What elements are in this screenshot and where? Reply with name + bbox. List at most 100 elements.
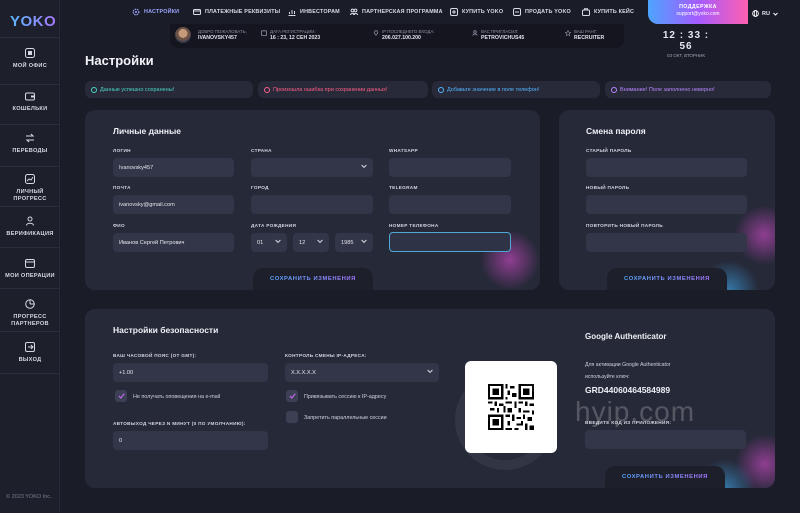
google-code-input[interactable] [585, 430, 746, 449]
sidebar-divider [0, 166, 60, 167]
sidebar-item-transfers[interactable]: ПЕРЕВОДЫ [0, 133, 60, 155]
phone-input[interactable] [389, 232, 511, 252]
nav-settings[interactable]: НАСТРОЙКИ [132, 8, 179, 16]
user-icon [26, 216, 34, 226]
login-input[interactable]: Ivanovsky457 [113, 158, 234, 177]
bind-ip-checkbox[interactable] [286, 390, 298, 402]
welcome-info: ДОБРО ПОЖАЛОВАТЬ, IVANOVSKY457 [198, 29, 247, 41]
sidebar-divider [0, 206, 60, 207]
nav-buy-case[interactable]: КУПИТЬ КЕЙС [582, 8, 634, 16]
timezone-input[interactable]: +1.00 [113, 363, 268, 382]
save-password-button[interactable]: СОХРАНИТЬ ИЗМЕНЕНИЯ [607, 268, 727, 290]
parallel-sessions-label: Запретить параллельные сессии [304, 415, 387, 421]
chevron-down-icon [773, 12, 778, 16]
sidebar-divider [0, 288, 60, 289]
sidebar-item-my-operations[interactable]: МОИ ОПЕРАЦИИ [0, 258, 60, 280]
avatar[interactable] [175, 27, 191, 43]
sidebar-divider [0, 124, 60, 125]
inviter-info: ВАС ПРИГЛАСИЛ: PETROVICHUS45 [472, 29, 524, 41]
sidebar-item-my-office[interactable]: МОЙ ОФИС [0, 48, 60, 70]
registration-info: ДАТА РЕГИСТРАЦИИ: 16 : 23, 12 СЕН 2023 [261, 29, 320, 41]
sidebar-divider [0, 37, 60, 38]
timezone-label: ВАШ ЧАСОВОЙ ПОЯС (ОТ GMT): [113, 353, 197, 358]
bind-ip-label: Привязывать сессию к IP-адресу [304, 394, 387, 400]
birth-month-select[interactable]: 12 [293, 233, 329, 252]
transfer-icon [25, 133, 35, 143]
nav-buy-yoko[interactable]: КУПИТЬ YOKO [450, 8, 503, 16]
telegram-label: TELEGRAM [389, 185, 418, 190]
calendar-icon [25, 259, 35, 268]
ip-control-select[interactable]: X.X.X.X.X [285, 363, 439, 382]
warning-circle-icon [611, 86, 617, 93]
personal-data-card: Личные данные ЛОГИН Ivanovsky457 ПОЧТА i… [85, 110, 540, 290]
alert-error: Произошла ошибка при сохранении данных! [258, 81, 428, 98]
chart-icon [25, 174, 35, 184]
alert-success: Данные успешно сохранены! [85, 81, 253, 98]
login-label: ЛОГИН [113, 148, 131, 153]
calendar-icon [261, 30, 267, 36]
new-password-input[interactable] [586, 195, 747, 214]
autologout-input[interactable]: 0 [113, 431, 268, 450]
google-auth-hint2: используйте ключ: [585, 374, 630, 380]
city-input[interactable] [251, 195, 373, 214]
sidebar-item-logout[interactable]: ВЫХОД [0, 342, 60, 364]
sidebar-item-label: КОШЕЛЬКИ [12, 106, 48, 112]
sidebar-divider [0, 247, 60, 248]
check-icon [288, 393, 296, 399]
sidebar-item-verification[interactable]: ВЕРИФИКАЦИЯ [0, 216, 60, 238]
logo[interactable]: YOKO [10, 13, 56, 30]
email-input[interactable]: ivanovsky@gmail.com [113, 195, 234, 214]
google-auth-hint1: Для активации Google Authenticator [585, 362, 671, 368]
sidebar-item-label: ПЕРЕВОДЫ [12, 148, 48, 154]
old-password-label: СТАРЫЙ ПАРОЛЬ [586, 148, 632, 153]
whatsapp-input[interactable] [389, 158, 511, 177]
save-security-button[interactable]: СОХРАНИТЬ ИЗМЕНЕНИЯ [605, 466, 725, 488]
no-email-label: Не получать оповещения на e-mail [133, 394, 221, 400]
plus-icon [450, 8, 458, 16]
globe-icon [752, 10, 759, 17]
pie-icon [25, 299, 35, 309]
old-password-input[interactable] [586, 158, 747, 177]
birth-year-select[interactable]: 1985 [335, 233, 373, 252]
sidebar-item-personal-progress[interactable]: ЛИЧНЫЙ ПРОГРЕСС [0, 174, 60, 203]
save-personal-button[interactable]: СОХРАНИТЬ ИЗМЕНЕНИЯ [253, 268, 373, 290]
nav-sell-yoko[interactable]: ПРОДАТЬ YOKO [513, 8, 571, 16]
ip-control-label: КОНТРОЛЬ СМЕНЫ IP-АДРЕСА: [285, 353, 367, 358]
autologout-label: АВТОВЫХОД ЧЕРЕЗ N МИНУТ (0 ПО УМОЛЧАНИЮ)… [113, 421, 246, 426]
repeat-password-label: ПОВТОРИТЬ НОВЫЙ ПАРОЛЬ [586, 223, 663, 228]
chart-icon [288, 10, 296, 16]
parallel-sessions-checkbox[interactable] [286, 411, 298, 423]
nav-partner-program[interactable]: ПАРТНЕРСКАЯ ПРОГРАММА [350, 8, 443, 16]
whatsapp-label: WHATSAPP [389, 148, 418, 153]
nav-investors[interactable]: ИНВЕСТОРАМ [288, 8, 340, 16]
sidebar-item-wallets[interactable]: КОШЕЛЬКИ [0, 91, 60, 113]
password-card: Смена пароля СТАРЫЙ ПАРОЛЬ НОВЫЙ ПАРОЛЬ … [559, 110, 775, 290]
google-auth-key: GRD44060464584989 [585, 385, 671, 395]
error-circle-icon [264, 86, 270, 93]
personal-data-title: Личные данные [113, 126, 181, 136]
chevron-down-icon [317, 239, 323, 244]
chevron-down-icon [427, 369, 433, 374]
chevron-down-icon [361, 164, 367, 169]
repeat-password-input[interactable] [586, 233, 747, 252]
google-auth-title: Google Authenticator [585, 332, 667, 341]
sidebar-divider [0, 373, 60, 374]
clock: 12 : 33 : 56 03 ОКТ, ВТОРНИК [660, 30, 712, 58]
sidebar-item-label: МОИ ОПЕРАЦИИ [5, 273, 55, 279]
birth-date-label: ДАТА РОЖДЕНИЯ [251, 223, 297, 228]
language-select[interactable]: RU [752, 10, 778, 17]
telegram-input[interactable] [389, 195, 511, 214]
no-email-checkbox[interactable] [115, 390, 127, 402]
country-select[interactable] [251, 158, 373, 177]
last-ip-info: IP ПОСЛЕДНЕГО ВХОДА: 206.027.100.200 [373, 29, 435, 41]
country-label: СТРАНА [251, 148, 272, 153]
birth-day-select[interactable]: 01 [251, 233, 287, 252]
support-button[interactable]: ПОДДЕРЖКА support@yoko.com [648, 0, 748, 24]
sidebar-divider [0, 331, 60, 332]
clock-time: 12 : 33 : 56 [662, 30, 710, 52]
phone-label: НОМЕР ТЕЛЕФОНА [389, 223, 439, 228]
sidebar-item-partner-progress[interactable]: ПРОГРЕСС ПАРТНЕРОВ [0, 299, 60, 328]
check-circle-icon [91, 86, 97, 93]
nav-payment-details[interactable]: ПЛАТЕЖНЫЕ РЕКВИЗИТЫ [193, 8, 280, 16]
fio-input[interactable]: Иванов Сергей Петрович [113, 233, 234, 252]
